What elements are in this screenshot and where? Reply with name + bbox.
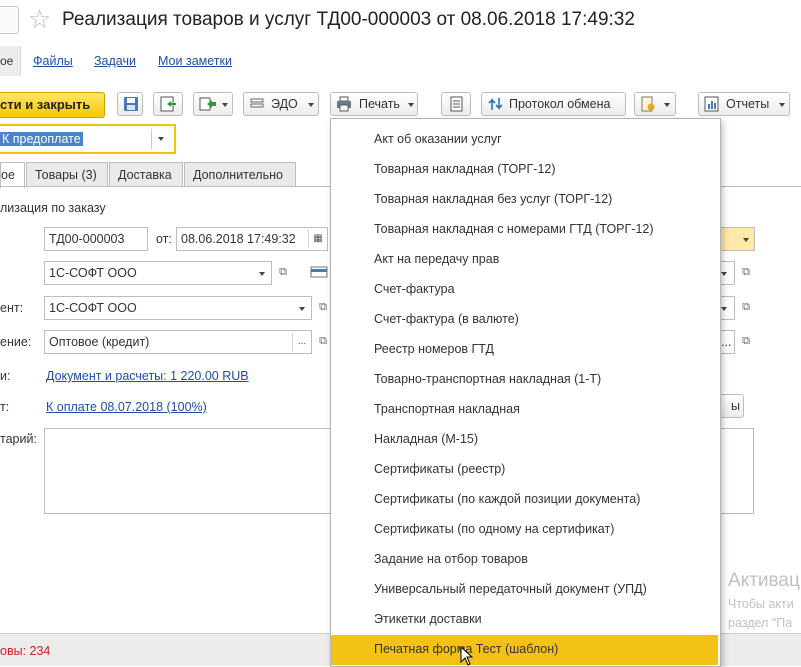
print-dropdown-menu: Акт об оказании услуг Товарная накладная … — [330, 118, 721, 667]
print-menu-item-label: Товарная накладная без услуг (ТОРГ-12) — [374, 192, 613, 206]
date-field[interactable]: 08.06.2018 17:49:32 ▦ — [176, 227, 328, 251]
org-right-select[interactable] — [719, 261, 735, 285]
edo-icon — [250, 98, 264, 108]
status-select[interactable] — [719, 227, 755, 251]
print-menu-item[interactable]: Реестр номеров ГТД — [331, 335, 718, 365]
payment-type-select[interactable]: К предоплате — [0, 124, 176, 154]
chevron-down-icon[interactable] — [151, 129, 170, 149]
attachments-button[interactable] — [634, 92, 676, 116]
agreement-field[interactable]: Оптовое (кредит) ... — [44, 330, 312, 354]
post-document-icon — [160, 96, 176, 112]
print-menu-item-label: Товарная накладная с номерами ГТД (ТОРГ-… — [374, 222, 654, 236]
calendar-icon[interactable]: ▦ — [308, 230, 327, 248]
organization-field[interactable]: 1С-СОФТ ООО — [44, 261, 272, 285]
print-menu-item-label: Товарная накладная (ТОРГ-12) — [374, 162, 556, 176]
print-menu-item-label: Транспортная накладная — [374, 402, 520, 416]
print-menu-item-label: Накладная (М-15) — [374, 432, 479, 446]
print-menu-item[interactable]: Товарная накладная (ТОРГ-12) — [331, 155, 718, 185]
contract-select[interactable] — [719, 296, 735, 320]
save-button[interactable] — [117, 92, 143, 116]
window-menu-button[interactable] — [0, 6, 19, 34]
document-title: Реализация товаров и услуг ТД00-000003 о… — [62, 9, 635, 30]
report-list-icon — [450, 96, 463, 112]
activation-watermark-title: Активац — [728, 570, 800, 591]
payment-schedule-link[interactable]: К оплате 08.07.2018 (100%) — [46, 400, 207, 414]
docs-label: и: — [0, 369, 11, 383]
register-report-button[interactable] — [441, 92, 471, 116]
open-organization-icon[interactable]: ⧉ — [274, 262, 292, 282]
mouse-cursor-icon — [460, 646, 474, 666]
print-menu-item-label: Счет-фактура (в валюте) — [374, 312, 519, 326]
order-label: лизация по заказу — [0, 201, 106, 215]
comment-label: тарий: — [0, 432, 37, 446]
print-menu-item[interactable]: Сертификаты (реестр) — [331, 455, 718, 485]
print-menu-item[interactable]: Печатная форма Тест (шаблон) — [331, 635, 718, 665]
print-menu-item[interactable]: Акт на передачу прав — [331, 245, 718, 275]
print-menu-item-label: Сертификаты (по одному на сертификат) — [374, 522, 615, 536]
print-menu-item-label: Универсальный передаточный документ (УПД… — [374, 582, 647, 596]
exchange-arrows-icon — [488, 98, 503, 110]
print-menu-item[interactable]: Товарная накладная без услуг (ТОРГ-12) — [331, 185, 718, 215]
print-button[interactable]: Печать — [330, 92, 418, 116]
agreement-label: ение: — [0, 335, 32, 349]
create-based-on-button[interactable] — [193, 92, 233, 116]
tab-additional[interactable]: Дополнительно — [184, 162, 296, 186]
reports-button[interactable]: Отчеты — [698, 92, 790, 116]
printer-icon — [337, 96, 351, 112]
number-field[interactable]: ТД00-000003 — [44, 227, 148, 251]
counterparty-field[interactable]: 1С-СОФТ ООО — [44, 296, 312, 320]
date-label: от: — [156, 232, 172, 246]
print-menu-item-label: Задание на отбор товаров — [374, 552, 528, 566]
activation-watermark-line: раздел "Па — [728, 616, 793, 630]
print-menu-item-label: Акт на передачу прав — [374, 252, 500, 266]
reports-icon — [704, 96, 719, 112]
save-icon — [124, 97, 138, 111]
bank-card-icon[interactable] — [310, 264, 328, 280]
tab-main[interactable]: ое — [0, 162, 25, 188]
open-agreement-right-icon[interactable]: ⧉ — [737, 331, 755, 351]
print-menu-item-label: Сертификаты (реестр) — [374, 462, 506, 476]
open-right-field-icon[interactable]: ⧉ — [737, 262, 755, 282]
nav-link-tasks[interactable]: Задачи — [94, 54, 136, 68]
status-text: овы: 234 — [0, 644, 51, 658]
payment-label: т: — [0, 400, 10, 414]
open-contract-icon[interactable]: ⧉ — [737, 297, 755, 317]
post-button[interactable] — [153, 92, 183, 116]
print-menu-item[interactable]: Счет-фактура — [331, 275, 718, 305]
create-based-on-icon — [199, 97, 216, 111]
counterparty-label: ент: — [0, 301, 24, 315]
print-menu-item-label: Счет-фактура — [374, 282, 455, 296]
nav-main-tab[interactable]: ое — [0, 46, 21, 76]
select-ellipsis-icon[interactable]: ... — [292, 333, 311, 351]
print-menu-item[interactable]: Товарная накладная с номерами ГТД (ТОРГ-… — [331, 215, 718, 245]
favorite-star-icon[interactable]: ☆ — [28, 4, 51, 34]
print-menu-item[interactable]: Сертификаты (по одному на сертификат) — [331, 515, 718, 545]
print-menu-item-label: Этикетки доставки — [374, 612, 482, 626]
print-menu-item[interactable]: Сертификаты (по каждой позиции документа… — [331, 485, 718, 515]
nav-link-notes[interactable]: Мои заметки — [158, 54, 232, 68]
print-menu-item[interactable]: Задание на отбор товаров — [331, 545, 718, 575]
nav-link-files[interactable]: Файлы — [33, 54, 73, 68]
print-menu-item[interactable]: Накладная (М-15) — [331, 425, 718, 455]
print-menu-item-label: Сертификаты (по каждой позиции документа… — [374, 492, 641, 506]
exchange-log-button[interactable]: Протокол обмена — [481, 92, 626, 116]
agreement-right-field[interactable]: ... — [719, 330, 735, 354]
documents-and-settlements-link[interactable]: Документ и расчеты: 1 220.00 RUB — [46, 369, 249, 383]
edo-button[interactable]: ЭДО — [243, 92, 319, 116]
tab-delivery[interactable]: Доставка — [109, 162, 183, 186]
post-and-close-button[interactable]: сти и закрыть — [0, 92, 105, 118]
tab-goods[interactable]: Товары (3) — [26, 162, 108, 186]
print-menu-item[interactable]: Транспортная накладная — [331, 395, 718, 425]
print-menu-item-label: Товарно-транспортная накладная (1-Т) — [374, 372, 602, 386]
print-menu-item[interactable]: Этикетки доставки — [331, 605, 718, 635]
document-clip-icon — [641, 96, 655, 112]
print-menu-item[interactable]: Универсальный передаточный документ (УПД… — [331, 575, 718, 605]
print-menu-item-label: Акт об оказании услуг — [374, 132, 502, 146]
print-menu-item[interactable]: Счет-фактура (в валюте) — [331, 305, 718, 335]
print-menu-item-label: Реестр номеров ГТД — [374, 342, 494, 356]
print-menu-item[interactable]: Акт об оказании услуг — [331, 125, 718, 155]
activation-watermark-line: Чтобы акти — [728, 597, 794, 611]
print-menu-item[interactable]: Товарно-транспортная накладная (1-Т) — [331, 365, 718, 395]
